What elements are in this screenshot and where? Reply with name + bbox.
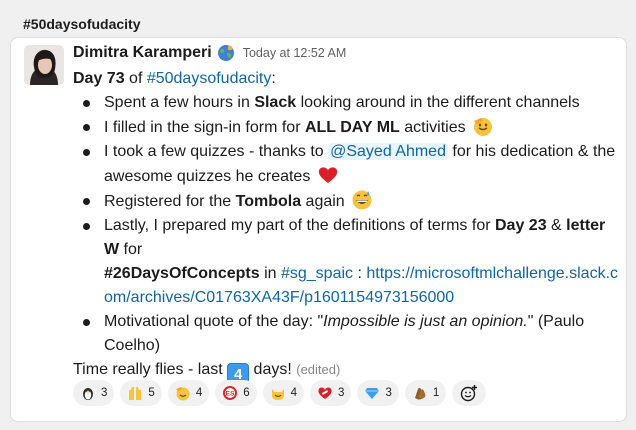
bullet-text: Motivational quote of the day: " [104,313,324,330]
list-item: I filled in the sign-in form for ALL DAY… [73,115,621,140]
reaction-count: 5 [148,387,155,399]
author-name[interactable]: Dimitra Karamperi [73,44,212,62]
bullet-text: I filled in the sign-in form for [104,119,305,136]
add-reaction-button[interactable] [452,380,487,406]
channel-link[interactable]: #sg_spaic [281,265,353,282]
saluting-face-icon [472,115,494,137]
bullet-bold: Slack [254,94,297,111]
reaction-pill[interactable]: 3 [357,380,399,406]
svg-text:ES: ES [226,391,235,398]
user-mention[interactable]: @Sayed Ahmed [328,143,448,160]
bullet-bold: ALL DAY ML [304,119,400,136]
bullet-text: : [353,265,367,282]
reaction-pill[interactable]: 3 [310,380,352,406]
bullet-text: activities [399,119,466,136]
reaction-count: 4 [195,387,203,399]
footer-text: days! [249,361,297,378]
channel-name[interactable]: #50daysofudacity [23,16,141,32]
message-body: Day 73 of #50daysofudacity: Spent a few … [73,67,621,385]
reaction-pill[interactable]: 1 [404,380,447,406]
reaction-pill[interactable]: 4 [262,380,305,406]
bullet-text: Spent a few hours in [104,94,255,111]
bullet-text: again [301,193,345,210]
list-item: Spent a few hours in Slack looking aroun… [73,91,621,115]
bullet-text: I took a few quizzes - thanks to [104,143,329,160]
reaction-pill[interactable]: 4 [167,380,210,406]
red-heart-icon [317,164,339,186]
bullet-list: Spent a few hours in Slack looking aroun… [73,91,621,358]
grinning-sweat-icon [351,189,373,211]
bullet-text: & [546,217,567,234]
hashtag-link[interactable]: #50daysofudacity [147,70,272,87]
bullet-bold: Tombola [235,193,302,210]
list-item: Registered for the Tombola again [73,189,621,214]
gem-icon [365,388,380,399]
avatar[interactable] [24,45,64,85]
reaction-count: 3 [101,387,108,399]
quote-text: Impossible is just an opinion. [323,313,528,330]
message-header: Dimitra Karamperi Today at 12:52 AM [73,44,346,62]
reaction-count: 1 [432,387,440,399]
reaction-pill[interactable]: ES 6 [215,380,257,406]
penguin-icon [83,388,93,400]
reaction-count: 3 [338,387,345,399]
bullet-bold: Day 23 [495,217,547,234]
bullet-bold: #26DaysOfConcepts [104,265,260,282]
reactions-bar: 3 5 4 ES 6 4 3 3 1 [73,380,487,406]
message-card: Dimitra Karamperi Today at 12:52 AM Day … [10,37,627,422]
day-colon: : [271,70,276,87]
mending-heart-icon [318,387,332,399]
bullet-text: looking around in the different channels [296,94,580,111]
day-of-text: of [124,70,147,87]
reaction-count: 3 [385,387,392,399]
reaction-count: 4 [290,387,298,399]
list-item: Motivational quote of the day: "Impossib… [73,310,621,358]
day-line: Day 73 of #50daysofudacity: [73,67,621,91]
footer-text: Time really flies - last [73,361,228,378]
list-item: I took a few quizzes - thanks to @Sayed … [73,140,621,189]
earth-globe-icon [217,44,235,62]
list-item: Lastly, I prepared my part of the defini… [73,214,621,310]
timestamp[interactable]: Today at 12:52 AM [243,46,347,60]
add-reaction-icon [461,385,478,402]
edited-label: (edited) [296,362,341,377]
reaction-pill[interactable]: 5 [120,380,162,406]
es-badge-icon: ES [223,386,238,400]
bullet-text: in [259,265,281,282]
smiling-cat-icon [271,389,284,400]
raised-hands-icon [129,386,142,400]
day-number: Day 73 [73,70,125,87]
bullet-text: Registered for the [104,193,236,210]
reaction-pill[interactable]: 3 [73,380,115,406]
bullet-text: for [119,241,143,258]
reaction-count: 6 [243,387,250,399]
bullet-text: Lastly, I prepared my part of the defini… [104,217,495,234]
clapping-hands-icon [414,387,426,400]
saluting-face-icon [175,387,190,401]
